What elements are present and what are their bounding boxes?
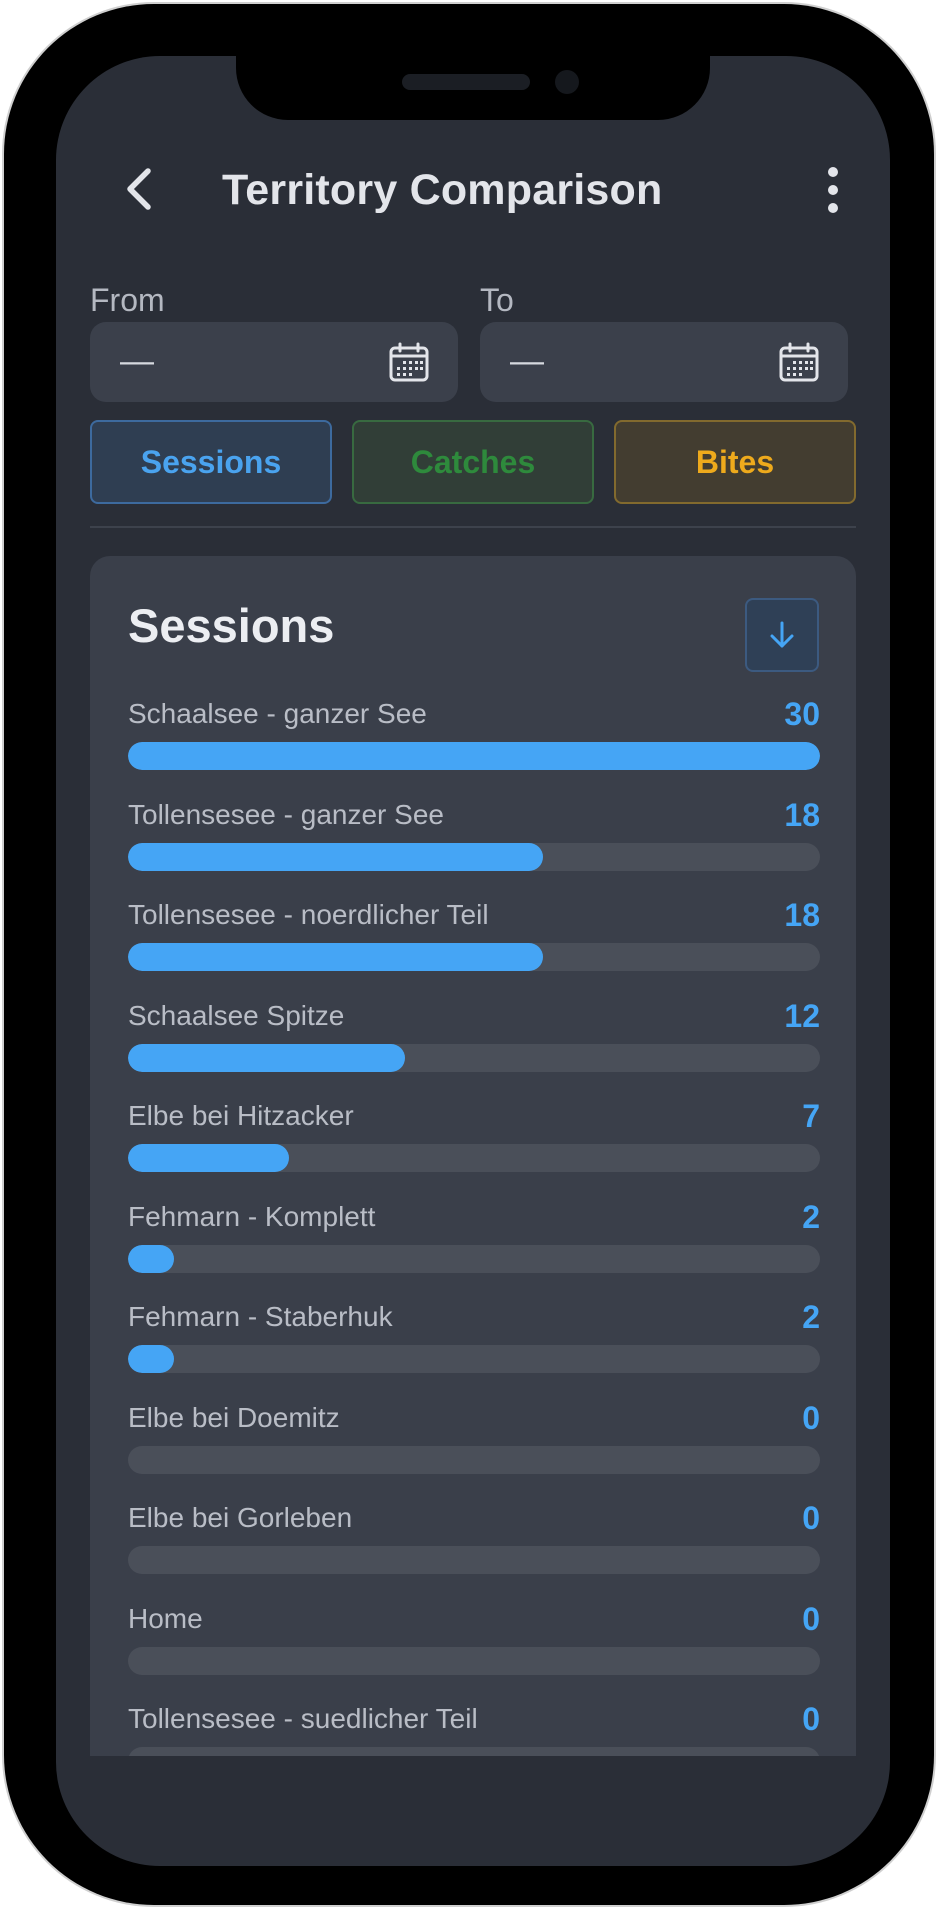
territory-name: Schaalsee - ganzer See bbox=[128, 698, 427, 729]
from-label: From bbox=[90, 282, 165, 318]
progress-fill bbox=[128, 1345, 175, 1373]
progress-fill bbox=[128, 1244, 175, 1273]
more-options-button[interactable] bbox=[808, 162, 858, 218]
progress-track bbox=[128, 1445, 820, 1474]
page-title: Territory Comparison bbox=[222, 166, 663, 214]
tab-catches[interactable]: Catches bbox=[352, 420, 594, 504]
sort-button[interactable] bbox=[745, 598, 819, 672]
territory-count: 0 bbox=[802, 1500, 820, 1536]
list-item[interactable]: Home 0 bbox=[128, 1600, 820, 1704]
territory-name: Fehmarn - Komplett bbox=[128, 1200, 376, 1232]
territory-count: 7 bbox=[802, 1098, 820, 1134]
territory-count: 0 bbox=[802, 1399, 820, 1436]
progress-track bbox=[128, 1747, 820, 1756]
territory-name: Home bbox=[128, 1602, 203, 1634]
territory-count: 18 bbox=[784, 897, 820, 933]
progress-fill bbox=[128, 943, 544, 971]
territory-name: Elbe bei Hitzacker bbox=[128, 1100, 354, 1131]
app-screen: Territory Comparison From To — — Session… bbox=[56, 56, 890, 1866]
progress-fill bbox=[128, 842, 544, 871]
list-item[interactable]: Fehmarn - Staberhuk 2 bbox=[128, 1299, 820, 1402]
phone-notch bbox=[236, 56, 710, 120]
territory-count: 12 bbox=[784, 997, 820, 1034]
territory-count: 30 bbox=[784, 696, 820, 732]
calendar-icon[interactable] bbox=[388, 342, 430, 384]
list-item[interactable]: Elbe bei Hitzacker 7 bbox=[128, 1098, 820, 1201]
tab-bites[interactable]: Bites bbox=[614, 420, 856, 504]
to-label: To bbox=[480, 282, 514, 318]
territory-name: Tollensesee - noerdlicher Teil bbox=[128, 899, 489, 930]
speaker-grille bbox=[402, 74, 530, 90]
card-title: Sessions bbox=[128, 599, 335, 652]
divider bbox=[90, 526, 856, 528]
phone-frame: Territory Comparison From To — — Session… bbox=[4, 4, 934, 1905]
territory-name: Schaalsee Spitze bbox=[128, 999, 345, 1031]
progress-track bbox=[128, 1646, 820, 1675]
list-item[interactable]: Schaalsee - ganzer See 30 bbox=[128, 696, 820, 799]
list-item[interactable]: Tollensesee - noerdlicher Teil 18 bbox=[128, 897, 820, 1000]
territory-count: 2 bbox=[802, 1299, 820, 1335]
territory-count: 2 bbox=[802, 1198, 820, 1235]
territory-count: 18 bbox=[784, 796, 820, 833]
to-date-field[interactable]: — bbox=[480, 322, 848, 402]
progress-track bbox=[128, 943, 820, 971]
territory-list: Schaalsee - ganzer See 30 Tollensesee - ga… bbox=[128, 696, 820, 1756]
list-item[interactable]: Elbe bei Gorleben 0 bbox=[128, 1500, 820, 1603]
territory-name: Fehmarn - Staberhuk bbox=[128, 1301, 393, 1332]
tab-sessions[interactable]: Sessions bbox=[90, 420, 332, 504]
from-date-value: — bbox=[120, 342, 154, 380]
progress-track bbox=[128, 1043, 820, 1072]
from-date-field[interactable]: — bbox=[90, 322, 458, 402]
territory-count: 0 bbox=[802, 1600, 820, 1637]
calendar-icon[interactable] bbox=[778, 342, 820, 384]
progress-fill bbox=[128, 742, 820, 770]
progress-track bbox=[128, 742, 820, 770]
list-item[interactable]: Tollensesee - suedlicher Teil 0 bbox=[128, 1701, 820, 1756]
list-item[interactable]: Schaalsee Spitze 12 bbox=[128, 997, 820, 1101]
progress-track bbox=[128, 842, 820, 871]
arrow-down-icon bbox=[770, 621, 794, 648]
progress-track bbox=[128, 1144, 820, 1172]
list-item[interactable]: Fehmarn - Komplett 2 bbox=[128, 1198, 820, 1302]
territory-name: Tollensesee - suedlicher Teil bbox=[128, 1703, 478, 1734]
back-button[interactable] bbox=[114, 164, 164, 214]
territory-name: Elbe bei Gorleben bbox=[128, 1502, 353, 1533]
progress-track bbox=[128, 1546, 820, 1574]
territory-name: Elbe bei Doemitz bbox=[128, 1401, 340, 1433]
to-date-value: — bbox=[510, 342, 544, 380]
more-vertical-icon bbox=[828, 167, 838, 213]
progress-track bbox=[128, 1244, 820, 1273]
list-item[interactable]: Elbe bei Doemitz 0 bbox=[128, 1399, 820, 1503]
front-camera bbox=[555, 70, 579, 94]
app-bar: Territory Comparison bbox=[56, 146, 890, 226]
territory-name: Tollensesee - ganzer See bbox=[128, 798, 444, 830]
progress-fill bbox=[128, 1043, 405, 1072]
progress-track bbox=[128, 1345, 820, 1373]
chevron-left-icon bbox=[127, 168, 151, 210]
territory-count: 0 bbox=[802, 1701, 820, 1737]
list-item[interactable]: Tollensesee - ganzer See 18 bbox=[128, 796, 820, 900]
progress-fill bbox=[128, 1144, 290, 1172]
sessions-card: Sessions Schaalsee - ganzer See 30 Tollens… bbox=[90, 556, 856, 1756]
